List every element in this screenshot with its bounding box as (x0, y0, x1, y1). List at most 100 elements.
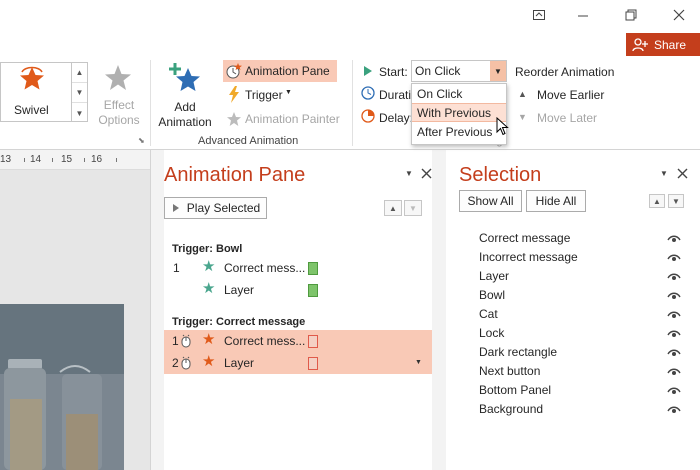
selection-list-item[interactable]: Layer (479, 269, 509, 283)
ribbon-display-icon (533, 10, 545, 20)
trigger-dropdown-icon: ▼ (285, 89, 292, 96)
animation-move-up-button[interactable]: ▲ (384, 200, 402, 216)
visibility-eye-icon[interactable] (667, 328, 681, 340)
timing-bar (308, 357, 318, 370)
share-button[interactable]: Share (626, 33, 700, 57)
effect-options-label: Effect Options (98, 98, 140, 127)
hide-all-button[interactable]: Hide All (526, 190, 586, 212)
visibility-eye-icon[interactable] (667, 252, 681, 264)
pane-divider (432, 150, 446, 470)
entrance-star-icon: ★ (202, 280, 216, 297)
animation-list-item[interactable]: ★ Layer (164, 279, 432, 301)
ribbon-display-options-button[interactable] (524, 4, 554, 26)
start-dropdown-menu: On Click With Previous After Previous (411, 83, 507, 145)
selection-list-item[interactable]: Incorrect message (479, 250, 578, 264)
animation-painter-icon (227, 112, 241, 126)
selection-list-item[interactable]: Lock (479, 326, 504, 340)
animation-list-item-selected[interactable]: 1 ★ Correct mess... (164, 330, 432, 352)
play-selected-button[interactable]: Play Selected (164, 197, 267, 219)
share-label: Share (654, 38, 687, 52)
visibility-eye-icon[interactable] (667, 385, 681, 397)
start-combo-dropdown-icon[interactable]: ▼ (490, 61, 506, 81)
move-later-button[interactable]: ▼ Move Later (515, 107, 615, 129)
add-animation-label: Add Animation (158, 100, 212, 129)
emphasis-star-icon: ★ (202, 353, 216, 370)
animation-index: 1 (173, 261, 180, 275)
visibility-eye-icon[interactable] (667, 233, 681, 245)
animation-item-name: Layer (224, 356, 255, 370)
animation-move-down-button[interactable]: ▼ (404, 200, 422, 216)
animation-pane: Animation Pane ▼ Play Selected ▲ ▼ Trigg… (164, 150, 432, 470)
animation-pane-close-icon[interactable] (421, 168, 432, 179)
start-label: Start: (379, 65, 408, 79)
play-selected-label: Play Selected (186, 201, 261, 215)
visibility-eye-icon[interactable] (667, 271, 681, 283)
add-animation-button[interactable]: Add Animation (152, 60, 218, 130)
move-earlier-button[interactable]: ▲ Move Earlier (515, 84, 615, 106)
reorder-animation-label: Reorder Animation (515, 65, 615, 79)
visibility-eye-icon[interactable] (667, 290, 681, 302)
minimize-icon (578, 15, 588, 17)
gallery-more-icon[interactable]: ▼ (72, 103, 87, 123)
hide-all-label: Hide All (535, 194, 577, 208)
selection-list-item[interactable]: Bottom Panel (479, 383, 551, 397)
mouse-click-icon (181, 334, 191, 348)
entrance-star-icon: ★ (202, 258, 216, 275)
visibility-eye-icon[interactable] (667, 309, 681, 321)
animation-index: 2 (172, 356, 179, 370)
jar-photo (0, 304, 124, 470)
send-backward-button[interactable]: ▼ (668, 194, 684, 208)
minimize-button[interactable] (568, 4, 598, 26)
close-icon (673, 9, 685, 21)
restore-icon (625, 9, 637, 21)
animation-painter-label: Animation Painter (245, 112, 340, 126)
selection-list-item[interactable]: Correct message (479, 231, 570, 245)
bring-forward-button[interactable]: ▲ (649, 194, 665, 208)
lightning-icon (229, 86, 239, 103)
dropdown-option-after-previous[interactable]: After Previous (412, 122, 506, 141)
selection-pane-options-icon[interactable]: ▼ (660, 169, 668, 178)
animation-gallery[interactable]: Swivel (0, 62, 72, 122)
dropdown-option-with-previous[interactable]: With Previous (412, 103, 506, 122)
move-later-label: Move Later (537, 111, 598, 125)
ribbon: Swivel ▲ ▼ ▼ Effect Options ⬊ Add Animat… (0, 56, 700, 150)
effect-options-button[interactable]: Effect Options (90, 62, 146, 128)
visibility-eye-icon[interactable] (667, 404, 681, 416)
restore-button[interactable] (616, 4, 646, 26)
animation-list-item-selected[interactable]: 2 ★ Layer ▼ (164, 352, 432, 374)
show-all-button[interactable]: Show All (459, 190, 522, 212)
animation-pane-button[interactable]: Animation Pane (223, 60, 337, 82)
selection-pane-close-icon[interactable] (677, 168, 688, 179)
visibility-eye-icon[interactable] (667, 347, 681, 359)
dialog-launcher-icon[interactable]: ⬊ (138, 136, 148, 146)
selection-list-item[interactable]: Background (479, 402, 543, 416)
trigger-button[interactable]: Trigger ▼ (223, 84, 303, 106)
timing-bar (308, 335, 318, 348)
slide-preview[interactable] (0, 304, 124, 470)
animation-painter-button[interactable]: Animation Painter (223, 108, 347, 130)
close-window-button[interactable] (664, 4, 694, 26)
pane-divider (150, 150, 164, 470)
powerpoint-window: Share Swivel ▲ ▼ ▼ Effect Options ⬊ Add … (0, 0, 700, 470)
delay-clock-icon (361, 109, 375, 123)
gallery-scroll-down-icon[interactable]: ▼ (72, 83, 87, 103)
swivel-effect-label: Swivel (14, 103, 49, 117)
dropdown-option-on-click[interactable]: On Click (412, 84, 506, 103)
visibility-eye-icon[interactable] (667, 366, 681, 378)
start-combo[interactable]: On Click ▼ (411, 60, 507, 82)
gallery-scroll-up-icon[interactable]: ▲ (72, 63, 87, 83)
swivel-effect-icon (20, 66, 44, 90)
ruler-tick (52, 158, 53, 162)
ribbon-separator (352, 60, 353, 146)
gallery-scroll[interactable]: ▲ ▼ ▼ (72, 62, 88, 122)
selection-list-item[interactable]: Next button (479, 364, 540, 378)
selection-list-item[interactable]: Cat (479, 307, 498, 321)
selection-list-item[interactable]: Bowl (479, 288, 505, 302)
item-dropdown-icon[interactable]: ▼ (415, 359, 422, 366)
mouse-cursor-icon (496, 117, 509, 136)
selection-list-item[interactable]: Dark rectangle (479, 345, 557, 359)
animation-pane-options-icon[interactable]: ▼ (405, 169, 413, 178)
effect-options-star-icon (105, 65, 131, 90)
animation-list-item[interactable]: 1 ★ Correct mess... (164, 257, 432, 279)
mouse-click-icon (181, 356, 191, 370)
